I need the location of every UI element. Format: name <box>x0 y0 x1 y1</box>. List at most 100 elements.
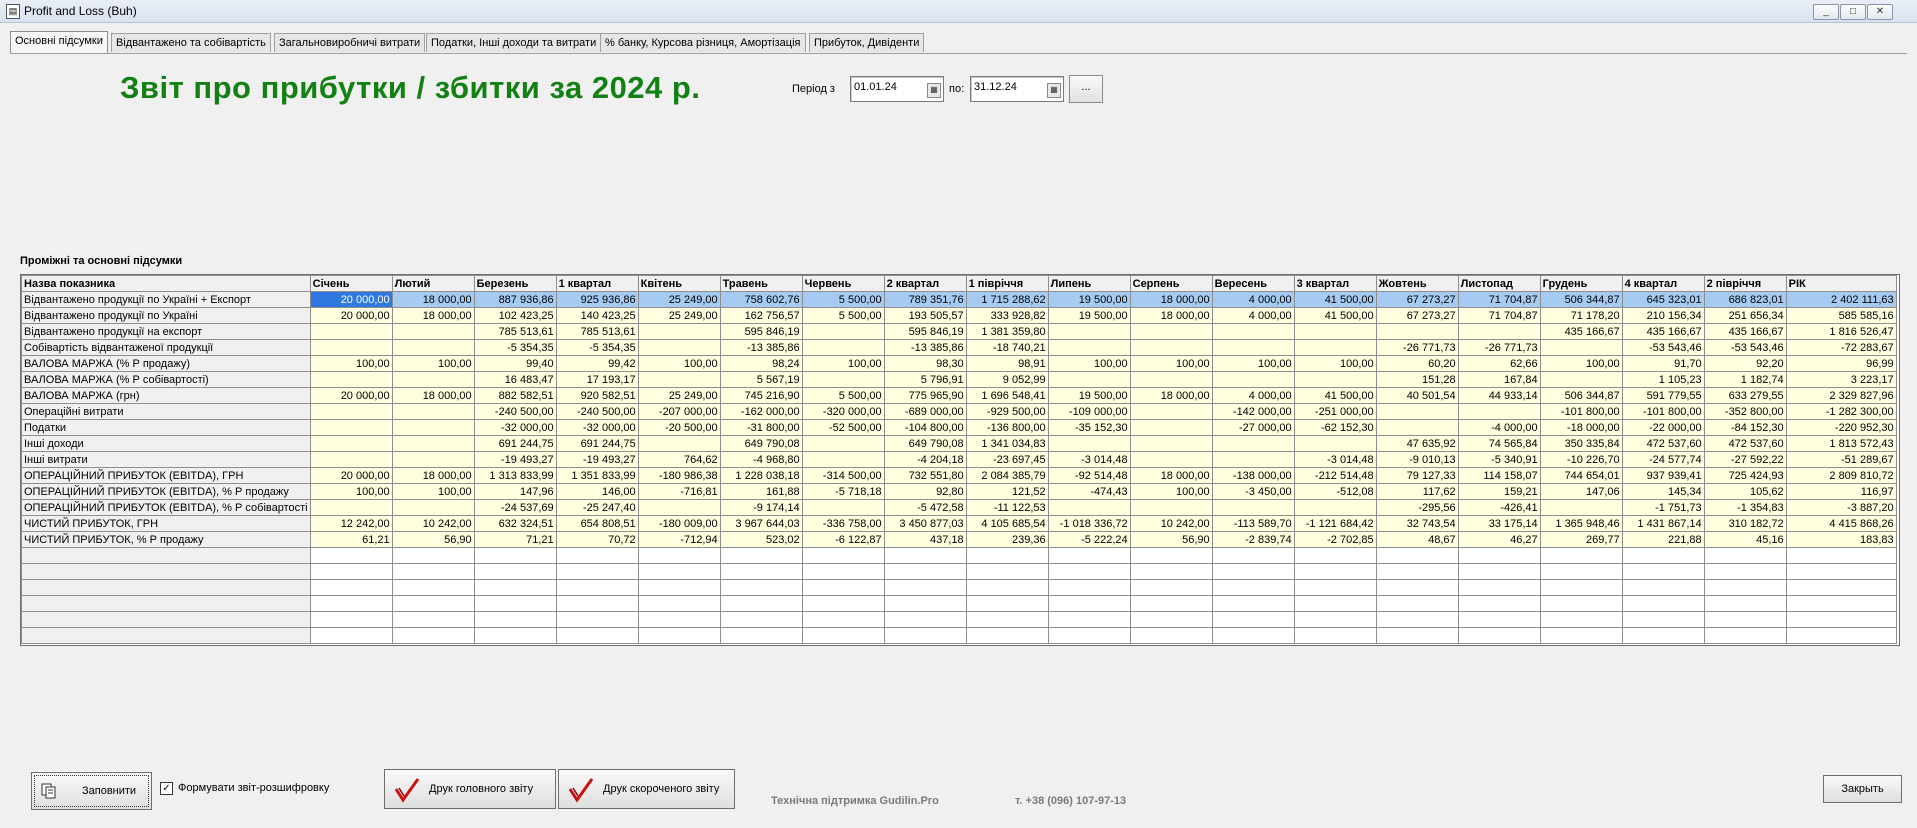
table-cell[interactable]: 71 704,87 <box>1457 307 1541 324</box>
table-cell[interactable]: -474,43 <box>1047 483 1131 500</box>
table-cell[interactable]: 1 182,74 <box>1703 371 1787 388</box>
table-row[interactable]: ОПЕРАЦІЙНИЙ ПРИБУТОК (EBITDA), % Р собів… <box>21 499 1897 516</box>
table-cell[interactable]: -1 354,83 <box>1703 499 1787 516</box>
column-header[interactable]: РІК <box>1785 275 1897 292</box>
table-cell[interactable] <box>1293 499 1377 516</box>
table-cell[interactable]: -1 121 684,42 <box>1293 515 1377 532</box>
table-cell[interactable]: 100,00 <box>1539 355 1623 372</box>
table-row[interactable]: Інші витрати -19 493,27 -19 493,27 764,62 -4… <box>21 451 1897 468</box>
table-cell[interactable]: 3 967 644,03 <box>719 515 803 532</box>
table-cell[interactable]: -31 800,00 <box>719 419 803 436</box>
table-cell[interactable] <box>391 339 475 356</box>
table-cell[interactable]: 46,27 <box>1457 531 1541 548</box>
table-cell[interactable]: -27 000,00 <box>1211 419 1295 436</box>
table-cell[interactable]: -180 009,00 <box>637 515 721 532</box>
table-cell[interactable]: -26 771,73 <box>1375 339 1459 356</box>
row-label[interactable]: ВАЛОВА МАРЖА (% Р продажу) <box>21 355 311 372</box>
table-cell[interactable]: 100,00 <box>1047 355 1131 372</box>
table-cell[interactable]: 183,83 <box>1785 531 1897 548</box>
table-cell[interactable]: 2 402 111,63 <box>1785 291 1897 308</box>
table-cell[interactable]: 1 365 948,46 <box>1539 515 1623 532</box>
table-cell[interactable] <box>391 499 475 516</box>
table-cell[interactable]: 1 313 833,99 <box>473 467 557 484</box>
table-cell[interactable]: 435 166,67 <box>1621 323 1705 340</box>
table-cell[interactable]: 691 244,75 <box>473 435 557 452</box>
table-cell[interactable]: -716,81 <box>637 483 721 500</box>
row-label[interactable]: Операційні витрати <box>21 403 311 420</box>
row-label[interactable]: Податки <box>21 419 311 436</box>
table-cell[interactable] <box>801 323 885 340</box>
table-cell[interactable] <box>1129 403 1213 420</box>
table-cell[interactable]: 5 500,00 <box>801 307 885 324</box>
table-cell[interactable] <box>1129 323 1213 340</box>
table-cell[interactable]: 251 656,34 <box>1703 307 1787 324</box>
row-label[interactable]: Відвантажено продукції по Україні <box>21 307 311 324</box>
table-cell[interactable]: 3 223,17 <box>1785 371 1897 388</box>
table-cell[interactable]: 25 249,00 <box>637 307 721 324</box>
row-label[interactable]: ВАЛОВА МАРЖА (грн) <box>21 387 311 404</box>
table-cell[interactable]: 4 105 685,54 <box>965 515 1049 532</box>
column-header[interactable]: Жовтень <box>1375 275 1459 292</box>
table-cell[interactable] <box>1375 419 1459 436</box>
row-label[interactable]: ОПЕРАЦІЙНИЙ ПРИБУТОК (EBITDA), % Р прода… <box>21 483 311 500</box>
table-cell[interactable]: 102 423,25 <box>473 307 557 324</box>
table-cell[interactable]: 1 816 526,47 <box>1785 323 1897 340</box>
column-header[interactable]: 4 квартал <box>1621 275 1705 292</box>
table-cell[interactable]: 96,99 <box>1785 355 1897 372</box>
table-cell[interactable]: -13 385,86 <box>719 339 803 356</box>
column-header[interactable]: Липень <box>1047 275 1131 292</box>
table-cell[interactable] <box>1047 435 1131 452</box>
table-cell[interactable]: 61,21 <box>309 531 393 548</box>
table-cell[interactable] <box>1211 435 1295 452</box>
table-cell[interactable]: 67 273,27 <box>1375 291 1459 308</box>
table-cell[interactable]: 71 704,87 <box>1457 291 1541 308</box>
table-cell[interactable]: 649 790,08 <box>719 435 803 452</box>
checkbox-box[interactable]: ✓ <box>160 782 173 795</box>
row-label[interactable]: ЧИСТИЙ ПРИБУТОК, % Р продажу <box>21 531 311 548</box>
table-cell[interactable]: 654 808,51 <box>555 515 639 532</box>
table-cell[interactable] <box>309 499 393 516</box>
row-label[interactable]: Інші витрати <box>21 451 311 468</box>
table-cell[interactable]: 145,34 <box>1621 483 1705 500</box>
table-cell[interactable]: 732 551,80 <box>883 467 967 484</box>
column-header[interactable]: Квітень <box>637 275 721 292</box>
table-cell[interactable]: 1 351 833,99 <box>555 467 639 484</box>
table-cell[interactable]: -426,41 <box>1457 499 1541 516</box>
table-cell[interactable]: -109 000,00 <box>1047 403 1131 420</box>
maximize-button[interactable]: □ <box>1840 4 1866 20</box>
table-cell[interactable]: 48,67 <box>1375 531 1459 548</box>
table-row[interactable]: ЧИСТИЙ ПРИБУТОК, % Р продажу 61,21 56,90 71… <box>21 531 1897 548</box>
table-cell[interactable]: -18 740,21 <box>965 339 1049 356</box>
table-cell[interactable]: 2 084 385,79 <box>965 467 1049 484</box>
table-cell[interactable]: -101 800,00 <box>1621 403 1705 420</box>
table-cell[interactable]: -295,56 <box>1375 499 1459 516</box>
table-cell[interactable]: 16 483,47 <box>473 371 557 388</box>
table-cell[interactable]: -72 283,67 <box>1785 339 1897 356</box>
table-cell[interactable]: -5 354,35 <box>555 339 639 356</box>
table-cell[interactable] <box>309 451 393 468</box>
table-cell[interactable]: 1 715 288,62 <box>965 291 1049 308</box>
table-cell[interactable]: 146,00 <box>555 483 639 500</box>
table-cell[interactable]: 10 242,00 <box>1129 515 1213 532</box>
table-cell[interactable]: 17 193,17 <box>555 371 639 388</box>
table-cell[interactable]: -104 800,00 <box>883 419 967 436</box>
table-row[interactable]: Відвантажено продукції по Україні 20 000,… <box>21 307 1897 324</box>
table-cell[interactable]: 100,00 <box>1129 483 1213 500</box>
table-cell[interactable]: -22 000,00 <box>1621 419 1705 436</box>
table-cell[interactable]: 147,96 <box>473 483 557 500</box>
table-cell[interactable]: 435 166,67 <box>1703 323 1787 340</box>
table-cell[interactable]: -53 543,46 <box>1621 339 1705 356</box>
table-cell[interactable]: 193 505,57 <box>883 307 967 324</box>
table-cell[interactable] <box>1293 323 1377 340</box>
table-row[interactable]: Відвантажено продукції по Україні + Експ… <box>21 291 1897 308</box>
table-cell[interactable] <box>1293 435 1377 452</box>
table-cell[interactable]: 785 513,61 <box>555 323 639 340</box>
table-cell[interactable] <box>309 435 393 452</box>
table-cell[interactable]: 71 178,20 <box>1539 307 1623 324</box>
row-label[interactable]: ОПЕРАЦІЙНИЙ ПРИБУТОК (EBITDA), ГРН <box>21 467 311 484</box>
table-cell[interactable] <box>309 339 393 356</box>
table-cell[interactable]: -1 751,73 <box>1621 499 1705 516</box>
table-cell[interactable]: 100,00 <box>309 483 393 500</box>
table-cell[interactable]: -212 514,48 <box>1293 467 1377 484</box>
table-cell[interactable] <box>309 403 393 420</box>
